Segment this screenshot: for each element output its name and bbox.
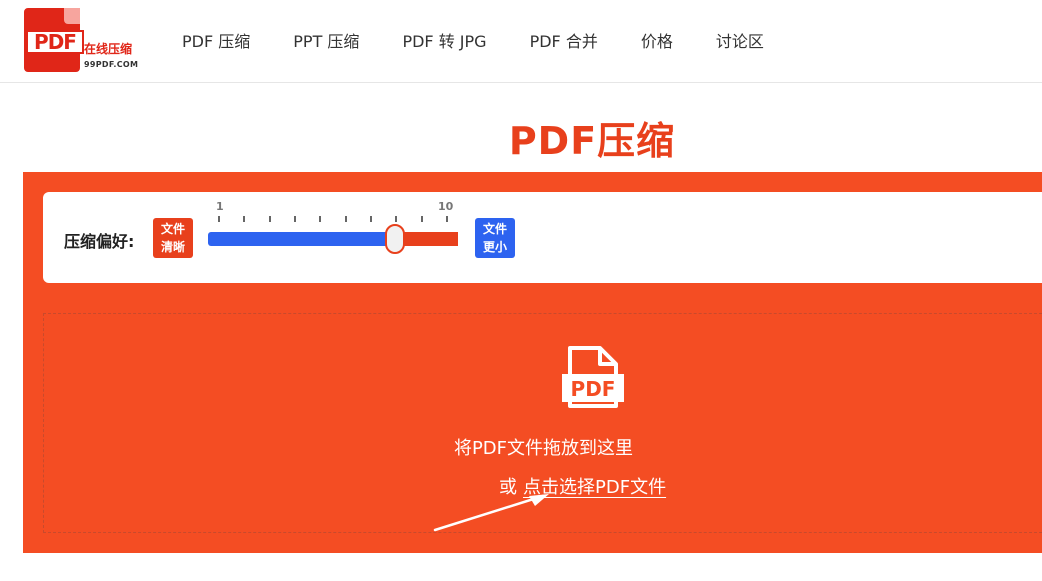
compression-preference-label: 压缩偏好: <box>64 232 135 251</box>
slider-tick <box>420 216 423 222</box>
main-nav: PDF 压缩 PPT 压缩 PDF 转 JPG PDF 合并 价格 讨论区 <box>182 31 764 53</box>
logo-domain: 99PDF.COM <box>84 60 139 69</box>
slider-tick <box>319 216 322 222</box>
slider-tick <box>370 216 372 222</box>
compression-slider[interactable] <box>208 224 458 254</box>
nav-item-pricing[interactable]: 价格 <box>641 31 673 53</box>
smaller-file-badge: 文件 更小 <box>475 218 515 258</box>
compression-preference-card: 压缩偏好: 文件 清晰 1 10 文件 更小 <box>43 192 1042 283</box>
site-logo[interactable]: PDF 在线压缩 99PDF.COM <box>24 8 154 74</box>
drop-instruction: 将PDF文件拖放到这里 <box>453 438 634 459</box>
pdf-file-icon: PDF <box>562 346 624 408</box>
slider-thumb[interactable] <box>385 224 406 254</box>
compress-panel: 压缩偏好: 文件 清晰 1 10 文件 更小 PDF 将PDF文件拖放到这里 或… <box>23 172 1042 553</box>
scale-min-label: 1 <box>216 200 224 213</box>
slider-tick <box>218 216 220 222</box>
logo-name: 在线压缩 <box>84 42 133 56</box>
nav-item-forum[interactable]: 讨论区 <box>716 31 764 53</box>
scale-max-label: 10 <box>438 200 454 213</box>
smaller-badge-line2: 更小 <box>482 240 507 254</box>
slider-tick <box>395 216 398 222</box>
slider-fill <box>208 232 396 246</box>
clearer-badge-line2: 清晰 <box>160 240 185 254</box>
slider-tick <box>344 216 347 222</box>
pointer-arrow-icon <box>433 494 549 532</box>
logo-mark: PDF <box>26 30 84 54</box>
nav-item-pdf-merge[interactable]: PDF 合并 <box>530 31 598 53</box>
pdf-icon-text: PDF <box>571 377 616 401</box>
site-header: PDF 在线压缩 99PDF.COM PDF 压缩 PPT 压缩 PDF 转 J… <box>0 0 1042 83</box>
slider-tick <box>294 216 296 222</box>
page-title: PDF压缩 <box>508 119 676 163</box>
nav-item-pdf-to-jpg[interactable]: PDF 转 JPG <box>402 31 486 53</box>
nav-item-ppt-compress[interactable]: PPT 压缩 <box>293 31 359 53</box>
file-dropzone[interactable]: PDF 将PDF文件拖放到这里 或点击选择PDF文件 <box>43 313 1042 533</box>
slider-scale: 1 10 <box>216 200 458 222</box>
slider-tick <box>446 216 448 222</box>
clearer-badge-line1: 文件 <box>160 222 185 236</box>
slider-tick <box>243 216 246 222</box>
slider-tick <box>268 216 271 222</box>
clearer-file-badge: 文件 清晰 <box>153 218 193 258</box>
smaller-badge-line1: 文件 <box>482 222 507 236</box>
nav-item-pdf-compress[interactable]: PDF 压缩 <box>182 31 250 53</box>
